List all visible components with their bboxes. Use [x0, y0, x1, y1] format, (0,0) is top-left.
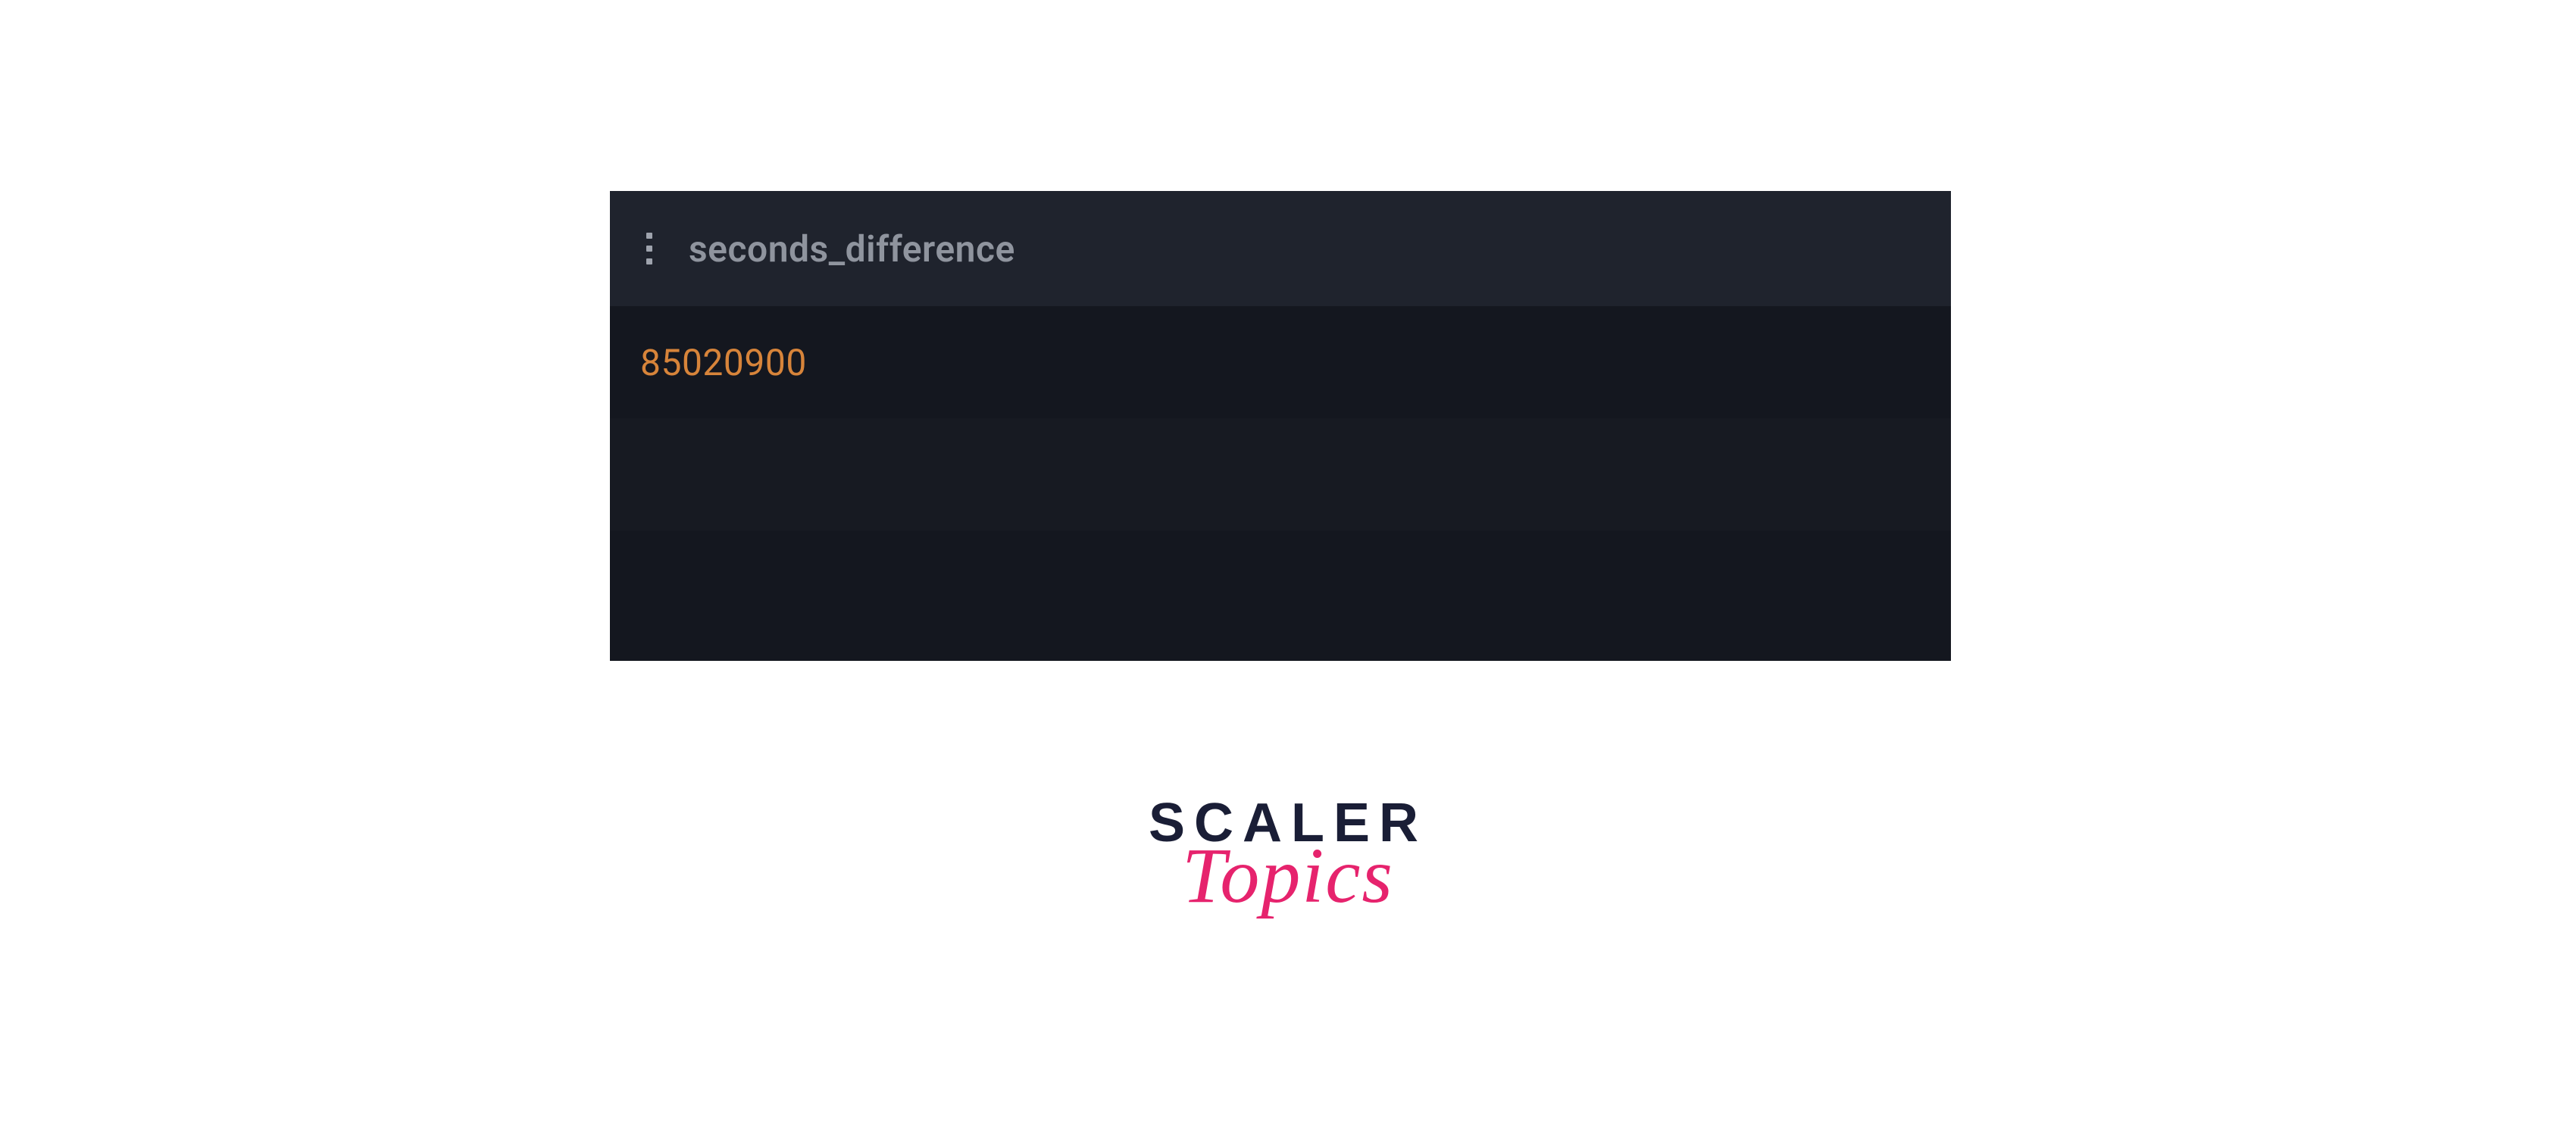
drag-handle-icon[interactable] — [640, 233, 658, 264]
result-value: 85020900 — [640, 341, 807, 384]
column-header: seconds_difference — [689, 227, 1015, 271]
empty-row — [610, 418, 1951, 531]
result-header-row: seconds_difference — [610, 191, 1951, 306]
page-canvas: seconds_difference 85020900 SCALER Topic… — [0, 0, 2576, 1133]
query-result-panel: seconds_difference 85020900 — [610, 191, 1951, 661]
empty-row — [610, 531, 1951, 661]
brand-logo-line2: Topics — [1149, 837, 1427, 915]
brand-logo: SCALER Topics — [1149, 796, 1427, 915]
result-value-row: 85020900 — [610, 306, 1951, 418]
